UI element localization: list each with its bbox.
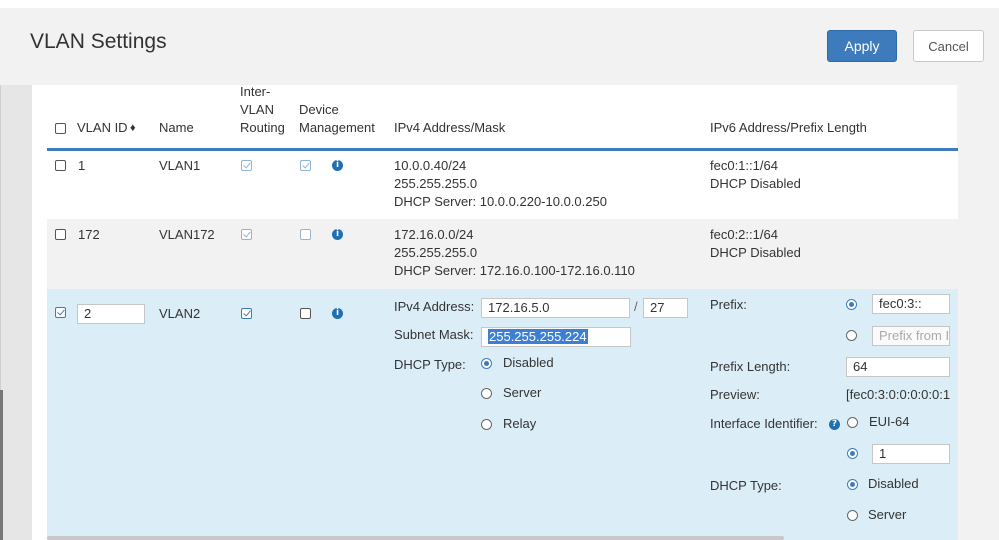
ipv4-dhcp-disabled-radio[interactable] [481, 358, 492, 369]
header-name: Name [159, 120, 194, 135]
page-title: VLAN Settings [30, 30, 167, 53]
sort-icon[interactable]: ♦ [130, 119, 136, 137]
ipv6-prefix-length-input[interactable]: 64 [846, 357, 950, 377]
ipv4-mask: 255.255.255.0 [394, 176, 478, 191]
select-all-checkbox[interactable] [55, 123, 66, 134]
vlan-name: VLAN2 [159, 306, 201, 321]
inter-vlan-checkbox[interactable] [241, 160, 252, 171]
device-mgmt-checkbox[interactable] [300, 160, 311, 171]
header-inter-vlan-l1: Inter- [240, 84, 271, 99]
ipv6-preview-label: Preview: [710, 387, 760, 402]
help-icon[interactable]: ? [829, 419, 840, 430]
ipv6-dhcp-server-label: Server [868, 507, 907, 522]
header-ipv4: IPv4 Address/Mask [394, 120, 506, 135]
ipv6-prefix-input[interactable]: fec0:3:: [872, 294, 950, 314]
ipv6-dhcp-server-radio[interactable] [847, 510, 858, 521]
horizontal-scrollbar[interactable] [47, 536, 784, 540]
ipv6-prefix-label: Prefix: [710, 297, 747, 312]
ipv4-dhcp-type-label: DHCP Type: [394, 357, 466, 372]
ipv6-prefix-from-select[interactable]: Prefix from I [872, 326, 950, 346]
subnet-mask-selected-text: 255.255.255.224 [488, 329, 588, 344]
ipv4-dhcp: DHCP Server: 10.0.0.220-10.0.0.250 [394, 194, 607, 209]
apply-button[interactable]: Apply [827, 30, 897, 62]
row-checkbox[interactable] [55, 229, 66, 240]
ipv4-dhcp: DHCP Server: 172.16.0.100-172.16.0.110 [394, 263, 635, 278]
ipv6-prefix-static-radio[interactable] [846, 299, 857, 310]
header-inter-vlan-l3: Routing [240, 120, 285, 135]
subnet-mask-input[interactable]: 255.255.255.224 [481, 327, 631, 347]
device-mgmt-checkbox[interactable] [300, 308, 311, 319]
ipv4-address: 10.0.0.40/24 [394, 158, 467, 173]
ipv4-dhcp-disabled-label: Disabled [503, 355, 554, 370]
cancel-button[interactable]: Cancel [913, 30, 984, 62]
ipv4-dhcp-relay-label: Relay [503, 416, 537, 431]
ipv4-prefix-input[interactable]: 27 [643, 298, 688, 318]
ipv6-preview-value: [fec0:3:0:0:0:0:0:1 [846, 387, 950, 402]
ipv6-dhcp-type-label: DHCP Type: [710, 478, 782, 493]
ipv4-address: 172.16.0.0/24 [394, 227, 474, 242]
inter-vlan-checkbox[interactable] [241, 229, 252, 240]
ipv6-prefix-length-label: Prefix Length: [710, 359, 791, 374]
info-icon[interactable]: i [332, 229, 343, 240]
row-checkbox-checked[interactable] [55, 307, 66, 318]
ipv4-dhcp-relay-radio[interactable] [481, 419, 492, 430]
ipv4-dhcp-server-radio[interactable] [481, 388, 492, 399]
inter-vlan-checkbox-checked[interactable] [241, 308, 252, 319]
eui64-radio[interactable] [847, 417, 858, 428]
vlan-id: 1 [78, 158, 86, 173]
header-device-l2: Management [299, 120, 375, 135]
device-mgmt-checkbox[interactable] [300, 229, 311, 240]
ipv6-dhcp: DHCP Disabled [710, 245, 801, 260]
header-inter-vlan-l2: VLAN [240, 102, 274, 117]
ipv6-dhcp-disabled-radio[interactable] [847, 479, 858, 490]
left-border-dark [0, 390, 3, 540]
info-icon[interactable]: i [332, 160, 343, 171]
iface-identifier-input[interactable]: 1 [872, 444, 950, 464]
iface-manual-radio[interactable] [847, 448, 858, 459]
eui64-label: EUI-64 [869, 414, 910, 429]
ipv6-address: fec0:1::1/64 [710, 158, 778, 173]
vlan-name: VLAN1 [159, 158, 201, 173]
row-checkbox[interactable] [55, 160, 66, 171]
top-strip [0, 0, 999, 8]
info-icon[interactable]: i [332, 308, 343, 319]
ipv4-mask: 255.255.255.0 [394, 245, 478, 260]
interface-identifier-label: Interface Identifier: [710, 416, 818, 431]
ipv4-address-input[interactable]: 172.16.5.0 [481, 298, 630, 318]
header-ipv6: IPv6 Address/Prefix Length [710, 120, 867, 135]
ipv6-address: fec0:2::1/64 [710, 227, 778, 242]
ipv4-address-label: IPv4 Address: [394, 299, 475, 314]
vlan-id-input[interactable]: 2 [77, 304, 145, 324]
subnet-mask-label: Subnet Mask: [394, 327, 474, 342]
page-header: VLAN Settings Apply Cancel [0, 8, 999, 85]
ipv6-prefix-from-radio[interactable] [846, 330, 857, 341]
header-device-l1: Device [299, 102, 339, 117]
ipv6-dhcp: DHCP Disabled [710, 176, 801, 191]
vlan-id: 172 [78, 227, 100, 242]
prefix-slash: / [634, 299, 638, 314]
vlan-name: VLAN172 [159, 227, 215, 242]
right-gutter [957, 85, 999, 540]
ipv4-dhcp-server-label: Server [503, 385, 542, 400]
ipv6-dhcp-disabled-label: Disabled [868, 476, 919, 491]
header-vlan-id[interactable]: VLAN ID [77, 119, 128, 137]
